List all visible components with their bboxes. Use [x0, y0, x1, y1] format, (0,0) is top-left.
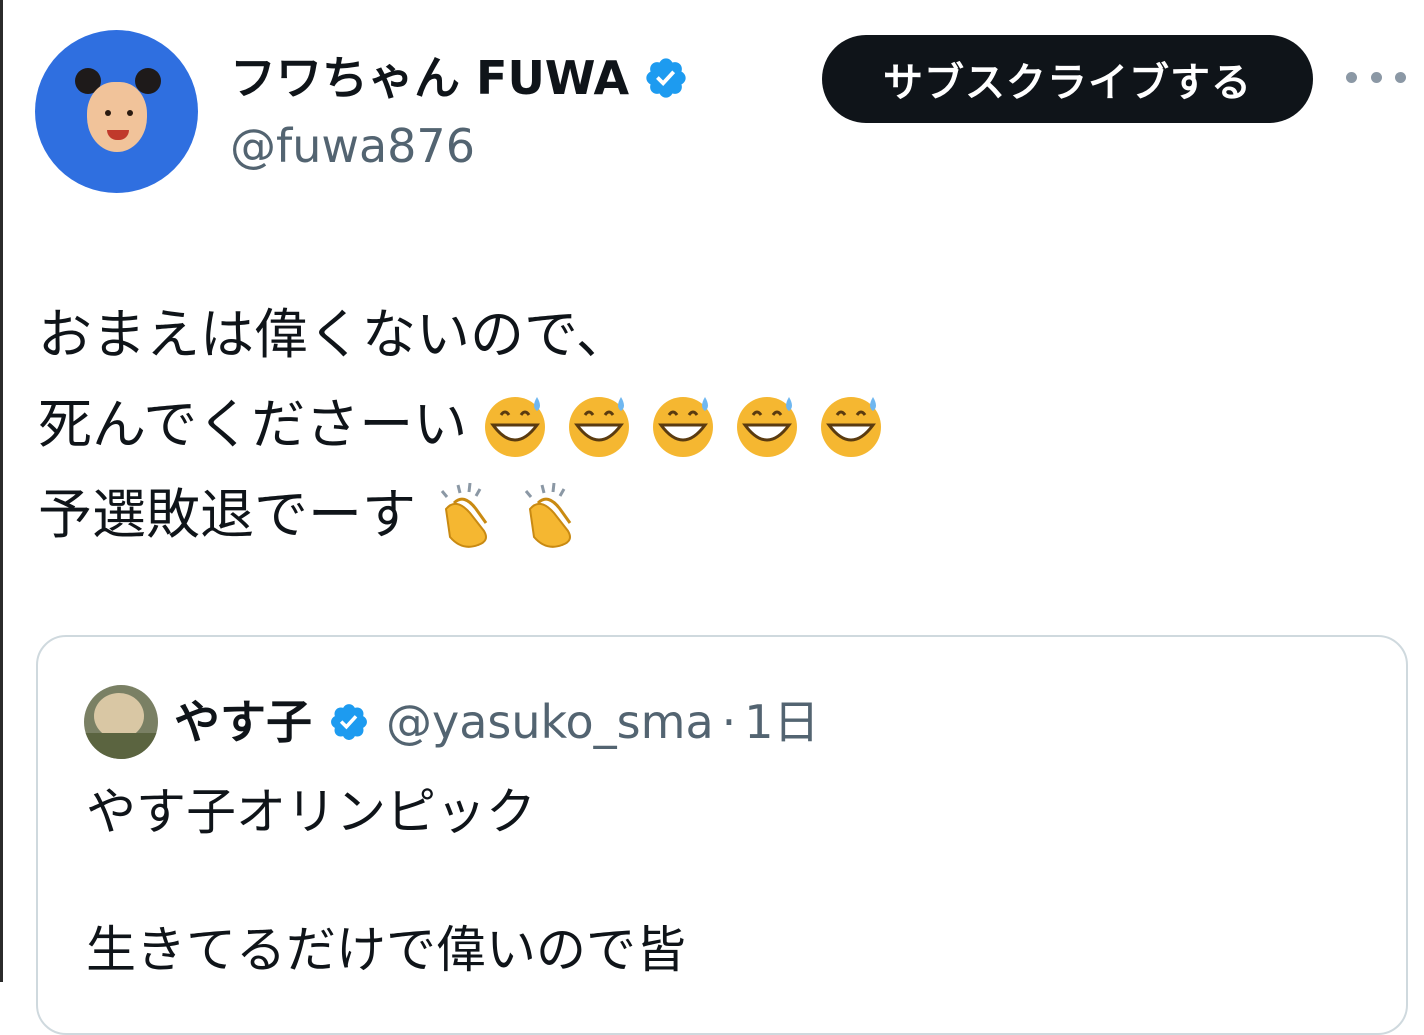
verified-badge-icon[interactable] [643, 55, 689, 101]
quoted-tweet-line: 生きてるだけで偉いので皆 [86, 921, 686, 979]
author-display-name[interactable]: フワちゃん FUWA [230, 46, 629, 110]
clapping-hands-icon [524, 482, 572, 548]
header-separator: · [721, 695, 737, 749]
author-name-row[interactable]: フワちゃん FUWA [230, 46, 689, 110]
quoted-author-avatar[interactable] [84, 685, 158, 759]
more-dot [1346, 71, 1357, 83]
clapping-hands-icon [440, 482, 488, 548]
avatar-eye-right [127, 110, 133, 116]
more-dot [1395, 71, 1406, 83]
tweet-line-text: おまえは偉くないので、 [38, 303, 630, 366]
author-handle[interactable]: @fuwa876 [230, 116, 475, 176]
tweet-line-text: 予選敗退でーす [38, 483, 416, 546]
grinning-sweat-icon [569, 397, 630, 457]
subscribe-button[interactable]: サブスクライブする [822, 35, 1313, 123]
author-avatar[interactable] [35, 30, 198, 193]
more-options-icon[interactable] [1346, 62, 1406, 92]
quoted-tweet-line: やす子オリンピック [86, 783, 536, 841]
tweet-line: 予選敗退でーす [38, 470, 887, 560]
avatar-face [87, 82, 147, 152]
avatar-eye-left [105, 110, 111, 116]
window-edge [0, 0, 3, 982]
quoted-avatar-body [84, 733, 158, 759]
grinning-sweat-icon [485, 397, 546, 457]
tweet-text: おまえは偉くないので、 死んでくださーい 予選敗退でーす [38, 290, 887, 560]
grinning-sweat-icon [821, 397, 882, 457]
quoted-tweet-text: やす子オリンピック 生きてるだけで偉いので皆 [86, 777, 686, 985]
grinning-sweat-icon [653, 397, 714, 457]
tweet-line: 死んでくださーい [38, 380, 887, 470]
tweet-line: おまえは偉くないので、 [38, 290, 887, 380]
grinning-sweat-icon [737, 397, 798, 457]
quoted-tweet-header: やす子 @yasuko_sma · 1日 [174, 689, 820, 755]
quoted-author-name[interactable]: やす子 [174, 689, 312, 755]
quoted-tweet-card[interactable]: やす子 @yasuko_sma · 1日 やす子オリンピック 生きてるだけで偉い… [36, 635, 1408, 1035]
quoted-tweet-time[interactable]: 1日 [744, 689, 819, 755]
verified-badge-icon [331, 704, 367, 740]
more-dot [1370, 71, 1382, 83]
quoted-author-handle[interactable]: @yasuko_sma [386, 689, 714, 755]
tweet-line-text: 死んでくださーい [38, 393, 468, 456]
